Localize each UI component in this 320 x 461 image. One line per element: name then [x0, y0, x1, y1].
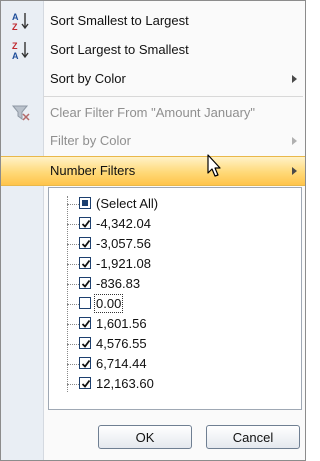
checkmark-icon — [81, 259, 91, 268]
sort-smallest-to-largest-item[interactable]: A Z Sort Smallest to Largest — [1, 7, 305, 35]
tree-branch-line — [67, 244, 79, 245]
filter-list-item[interactable]: 0.00 — [49, 294, 301, 314]
tree-branch-line — [67, 384, 79, 385]
filter-list-item[interactable]: (Select All) — [49, 194, 301, 214]
partial-check-indicator — [82, 200, 88, 206]
cancel-button[interactable]: Cancel — [206, 425, 300, 449]
submenu-arrow-icon — [292, 167, 297, 175]
menu-separator — [43, 96, 303, 97]
checkmark-icon — [81, 359, 91, 368]
tree-branch-line — [67, 264, 79, 265]
filter-value-label: -836.83 — [96, 276, 141, 291]
checkmark-icon — [81, 219, 91, 228]
sort-descending-icon: Z A — [9, 40, 33, 60]
filter-list-item[interactable]: -836.83 — [49, 274, 301, 294]
filter-checkbox[interactable] — [79, 277, 91, 289]
sort-asc-bottom-letter: Z — [12, 22, 18, 31]
tree-branch-line — [67, 324, 79, 325]
filter-list-item[interactable]: 12,163.60 — [49, 374, 301, 394]
filter-list-item[interactable]: 6,714.44 — [49, 354, 301, 374]
filter-value-label: 12,163.60 — [96, 376, 154, 391]
checkmark-icon — [81, 319, 91, 328]
filter-checkbox[interactable] — [79, 357, 91, 369]
filter-checkbox[interactable] — [79, 377, 91, 389]
filter-checkbox[interactable] — [79, 337, 91, 349]
filter-value-label: 1,601.56 — [96, 316, 147, 331]
filter-checkbox[interactable] — [79, 317, 91, 329]
filter-list-item[interactable]: -3,057.56 — [49, 234, 301, 254]
checkmark-icon — [81, 239, 91, 248]
filter-list-item[interactable]: 4,576.55 — [49, 334, 301, 354]
clear-filter-item[interactable]: Clear Filter From "Amount January" — [1, 99, 305, 127]
filter-value-label: 4,576.55 — [96, 336, 147, 351]
checkmark-icon — [81, 379, 91, 388]
filter-value-label: 0.00 — [93, 294, 124, 313]
filter-checkbox[interactable] — [79, 237, 91, 249]
tree-branch-line — [67, 364, 79, 365]
filter-checkbox[interactable] — [79, 257, 91, 269]
tree-branch-line — [67, 284, 79, 285]
submenu-arrow-icon — [292, 75, 297, 83]
sort-by-color-label: Sort by Color — [50, 71, 126, 86]
tree-branch-line — [67, 224, 79, 225]
sort-smallest-label: Sort Smallest to Largest — [50, 13, 189, 28]
sort-ascending-icon: A Z — [9, 11, 33, 31]
sort-desc-bottom-letter: A — [12, 51, 19, 60]
filter-values-list[interactable]: (Select All) -4,342.04 -3,057.56 -1,921.08 -… — [48, 187, 302, 410]
clear-filter-funnel-icon — [9, 103, 33, 123]
checkmark-icon — [81, 339, 91, 348]
filter-list-item[interactable]: -4,342.04 — [49, 214, 301, 234]
filter-by-color-label: Filter by Color — [50, 133, 131, 148]
number-filters-label: Number Filters — [50, 163, 136, 178]
filter-value-label: -3,057.56 — [96, 236, 151, 251]
tree-branch-line — [67, 304, 79, 305]
filter-value-label: (Select All) — [96, 196, 159, 211]
filter-checkbox[interactable] — [79, 297, 91, 309]
filter-value-label: 6,714.44 — [96, 356, 147, 371]
number-filters-item[interactable]: Number Filters — [1, 156, 305, 186]
filter-value-label: -1,921.08 — [96, 256, 151, 271]
tree-branch-line — [67, 344, 79, 345]
sort-largest-to-smallest-item[interactable]: Z A Sort Largest to Smallest — [1, 36, 305, 64]
filter-checkbox[interactable] — [79, 197, 91, 209]
autofilter-dropdown-menu: A Z Sort Smallest to Largest Z A Sort La… — [0, 0, 306, 461]
filter-checkbox[interactable] — [79, 217, 91, 229]
filter-list-item[interactable]: -1,921.08 — [49, 254, 301, 274]
ok-button[interactable]: OK — [98, 425, 192, 449]
filter-value-label: -4,342.04 — [96, 216, 151, 231]
clear-filter-label: Clear Filter From "Amount January" — [50, 105, 256, 120]
tree-branch-line — [67, 204, 79, 205]
filter-by-color-item[interactable]: Filter by Color — [1, 127, 305, 155]
sort-desc-top-letter: Z — [12, 41, 18, 51]
filter-list-item[interactable]: 1,601.56 — [49, 314, 301, 334]
sort-by-color-item[interactable]: Sort by Color — [1, 65, 305, 93]
sort-largest-label: Sort Largest to Smallest — [50, 42, 189, 57]
mouse-pointer-icon — [207, 154, 223, 181]
checkmark-icon — [81, 279, 91, 288]
sort-asc-top-letter: A — [12, 12, 19, 22]
submenu-arrow-icon — [292, 137, 297, 145]
